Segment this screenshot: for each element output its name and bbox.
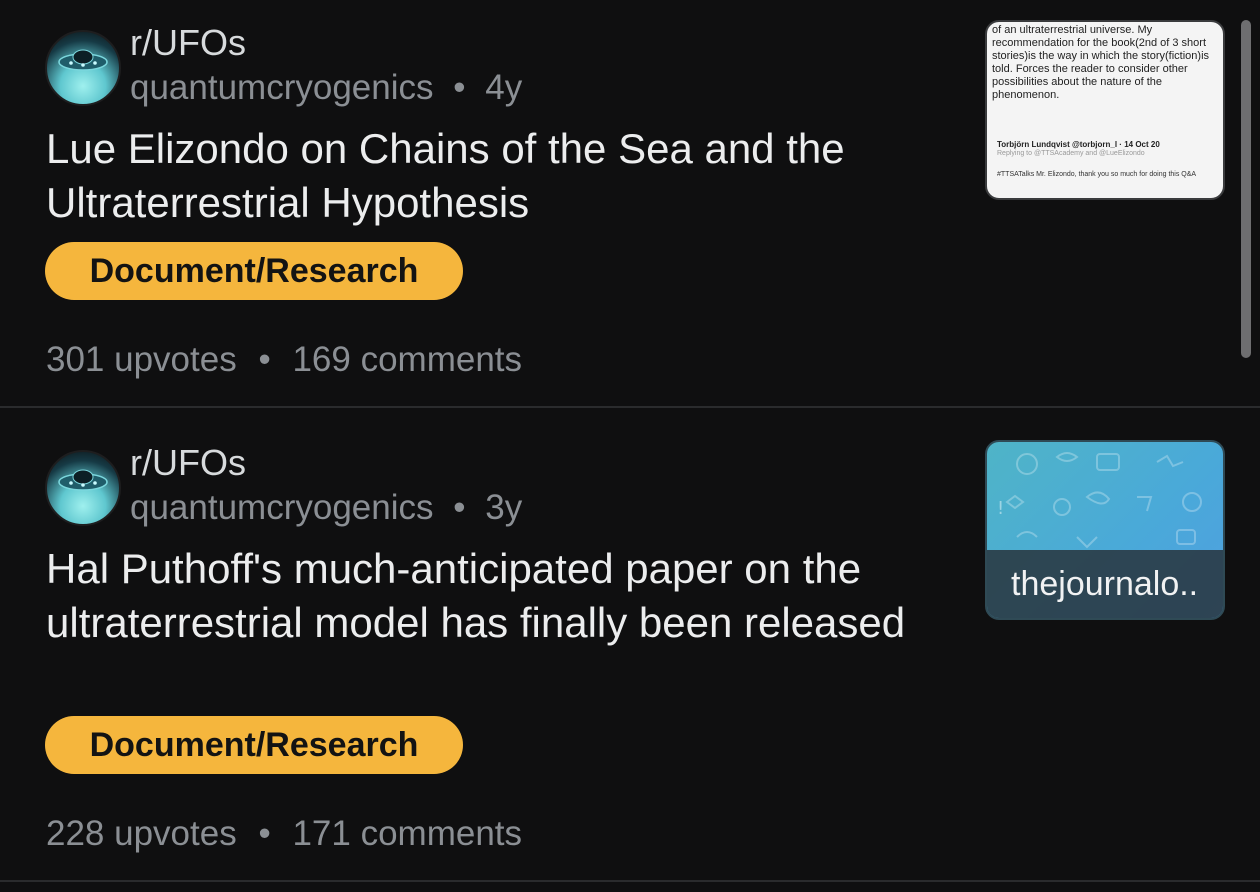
tweet-body: #TTSATalks Mr. Elizondo, thank you so mu… [997, 171, 1197, 178]
post-title[interactable]: Lue Elizondo on Chains of the Sea and th… [46, 122, 946, 230]
post-age: 4y [485, 68, 523, 107]
svg-text:!: ! [997, 498, 1004, 519]
post-stats: 301 upvotes • 169 comments [46, 340, 522, 380]
subreddit-name[interactable]: r/UFOs [130, 22, 246, 64]
ufo-icon [58, 49, 108, 71]
post-stats: 228 upvotes • 171 comments [46, 814, 522, 854]
stats-separator: • [258, 814, 271, 853]
post-flair[interactable]: Document/Research [45, 242, 463, 300]
author-name[interactable]: quantumcryogenics [130, 68, 434, 107]
post-card[interactable]: r/UFOs quantumcryogenics • 4y Lue Elizon… [0, 0, 1260, 406]
thumbnail-text: of an ultraterrestrial universe. My reco… [992, 24, 1210, 101]
tweet-author: Torbjörn Lundqvist @torbjorn_l · 14 Oct … [997, 140, 1160, 149]
scrollbar[interactable] [1241, 20, 1251, 358]
post-divider [0, 880, 1260, 882]
ufo-icon [58, 469, 108, 491]
upvote-count: 301 upvotes [46, 340, 237, 379]
comment-count[interactable]: 171 comments [292, 814, 522, 853]
stats-separator: • [258, 340, 271, 379]
link-preview-thumbnail[interactable]: ! thejournalo.. [985, 440, 1225, 620]
post-flair[interactable]: Document/Research [45, 716, 463, 774]
post-meta: quantumcryogenics • 4y [130, 68, 522, 108]
author-name[interactable]: quantumcryogenics [130, 488, 434, 527]
post-thumbnail[interactable]: of an ultraterrestrial universe. My reco… [985, 20, 1225, 200]
subreddit-avatar[interactable] [45, 450, 121, 526]
meta-separator: • [453, 68, 466, 107]
link-domain-label: thejournalo.. [987, 550, 1223, 618]
post-title[interactable]: Hal Puthoff's much-anticipated paper on … [46, 542, 946, 650]
subreddit-avatar[interactable] [45, 30, 121, 106]
meta-separator: • [453, 488, 466, 527]
post-meta: quantumcryogenics • 3y [130, 488, 522, 528]
post-age: 3y [485, 488, 523, 527]
upvote-count: 228 upvotes [46, 814, 237, 853]
comment-count[interactable]: 169 comments [292, 340, 522, 379]
tweet-reply: Replying to @TTSAcademy and @LueElizondo [997, 150, 1145, 157]
subreddit-name[interactable]: r/UFOs [130, 442, 246, 484]
